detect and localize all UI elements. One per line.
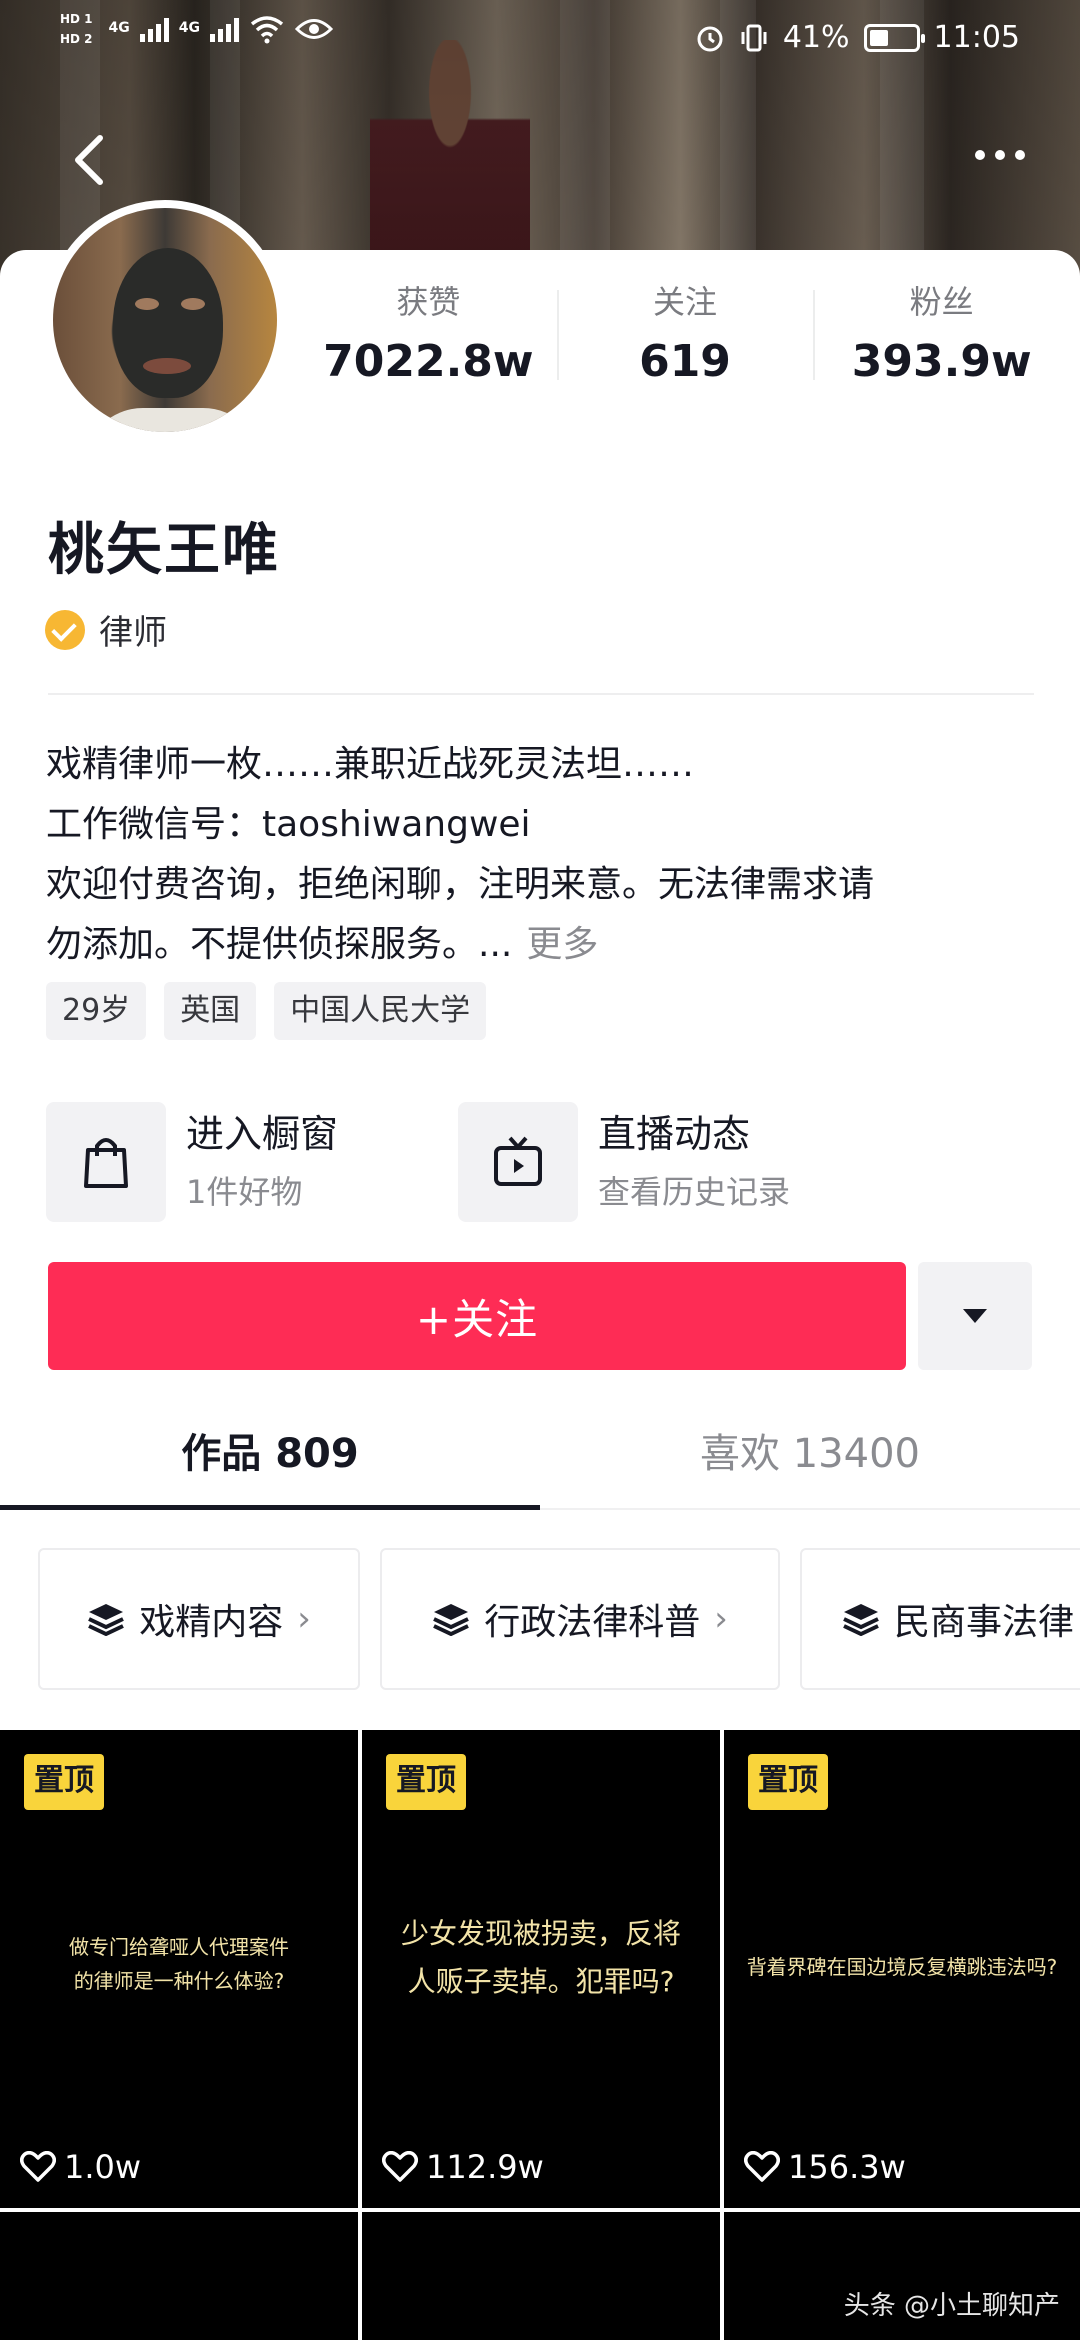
verified-label: 律师 [99,613,167,653]
dot [995,150,1005,160]
signal-icon [139,16,169,42]
battery-icon [863,23,925,52]
collection-list: 戏精内容 › 行政法律科普 › 民商事法律 [38,1548,1080,1690]
stat-following[interactable]: 关注 619 [556,280,814,390]
dot [975,150,985,160]
collection-label: 民商事法律 [894,1602,1075,1643]
status-bar: HD 1 HD 2 4G 4G 41% 11:05 [0,0,1080,80]
heart-icon [382,2151,418,2182]
chevron-right-icon: › [297,1599,311,1639]
video-thumbnail[interactable]: 置顶 做专门给聋哑人代理案件 的律师是一种什么体验? 1.0w [0,1730,358,2208]
video-thumbnail[interactable]: 置顶 背着界碑在国边境反复横跳违法吗? 156.3w [724,1730,1080,2208]
hd1-indicator: HD 1 [60,12,93,26]
stat-label: 关注 [653,283,718,321]
stat-label: 粉丝 [909,283,974,321]
vibrate-icon [741,24,767,51]
video-thumbnail[interactable] [362,2212,720,2340]
layers-icon [843,1604,879,1636]
heart-icon [744,2151,780,2182]
live-history-entry[interactable]: 直播动态 查看历史记录 [458,1102,790,1222]
bio-line: 欢迎付费咨询，拒绝闲聊，注明来意。无法律需求请 [46,864,875,905]
avatar[interactable] [45,200,285,440]
verified-badge: 律师 [45,605,167,654]
stat-label: 获赞 [396,283,461,321]
tag-location: 英国 [164,982,257,1040]
battery-percent: 41% [782,20,850,55]
service-subtitle: 1件好物 [186,1173,303,1211]
hd2-indicator: HD 2 [60,32,93,46]
profile-name: 桃矢王唯 [48,518,280,583]
video-caption: 少女发现被拐卖，反将 人贩子卖掉。犯罪吗? [400,1917,681,1998]
chevron-left-icon [75,135,103,185]
profile-tags: 29岁 英国 中国人民大学 [46,982,487,1040]
network-type-1: 4G [108,20,130,36]
layers-icon [88,1604,125,1636]
alarm-icon [697,26,723,51]
heart-icon [20,2151,56,2182]
chevron-right-icon: › [714,1599,728,1639]
bio-line: 戏精律师一枚……兼职近战死灵法坦…… [46,744,695,785]
collection-label: 戏精内容 [139,1602,284,1643]
collection-item[interactable]: 民商事法律 [800,1548,1080,1690]
tab-likes[interactable]: 喜欢 13400 [540,1398,1080,1508]
pinned-badge: 置顶 [386,1754,466,1810]
dot [1015,150,1025,160]
stat-value: 393.9w [851,336,1032,387]
video-caption: 背着界碑在国边境反复横跳违法吗? [746,1955,1058,1979]
more-options-button[interactable] [975,135,1035,175]
video-thumbnail[interactable]: 置顶 少女发现被拐卖，反将 人贩子卖掉。犯罪吗? 112.9w [362,1730,720,2208]
service-title: 直播动态 [598,1112,751,1156]
follow-button[interactable]: +关注 [48,1262,906,1370]
stat-value: 619 [639,336,731,387]
pinned-badge: 置顶 [748,1754,828,1810]
stat-likes[interactable]: 获赞 7022.8w [300,280,557,390]
clock: 11:05 [933,20,1020,55]
profile-services: 进入橱窗 1件好物 直播动态 查看历史记录 [46,1102,1036,1222]
tab-works[interactable]: 作品 809 [0,1398,540,1510]
video-caption: 做专门给聋哑人代理案件 的律师是一种什么体验? [69,1935,289,1993]
verified-check-icon [45,609,85,650]
video-likes: 156.3w [744,2148,906,2186]
service-subtitle: 查看历史记录 [598,1173,791,1211]
caret-down-icon [963,1309,987,1323]
divider [48,693,1034,695]
live-tv-icon [458,1102,578,1222]
profile-stats: 获赞 7022.8w 关注 619 粉丝 393.9w [300,280,1070,390]
profile-bio[interactable]: 戏精律师一枚……兼职近战死灵法坦…… 工作微信号：taoshiwangwei 欢… [46,735,1046,975]
tag-age: 29岁 [46,982,147,1040]
bio-line: 工作微信号：taoshiwangwei [46,804,531,845]
wifi-icon [250,16,284,44]
video-likes: 1.0w [20,2148,141,2186]
tag-school[interactable]: 中国人民大学 [274,982,487,1040]
stat-value: 7022.8w [323,336,534,387]
video-likes: 112.9w [382,2148,544,2186]
stat-followers[interactable]: 粉丝 393.9w [813,280,1070,390]
bio-line: 勿添加。不提供侦探服务。... [46,924,513,965]
shop-window-entry[interactable]: 进入橱窗 1件好物 [46,1102,338,1222]
signal-icon [210,16,239,42]
video-thumbnail[interactable] [0,2212,358,2340]
collection-label: 行政法律科普 [484,1602,701,1643]
layers-icon [433,1604,470,1636]
pinned-badge: 置顶 [24,1754,104,1810]
collection-item[interactable]: 行政法律科普 › [380,1548,780,1690]
service-title: 进入橱窗 [186,1112,339,1156]
avatar-face [113,248,223,398]
content-tabs: 作品 809 喜欢 13400 [0,1398,1080,1510]
eye-icon [295,19,333,39]
back-button[interactable] [70,130,110,190]
shopping-bag-icon [46,1102,166,1222]
watermark: 头条 @小土聊知产 [843,2291,1060,2321]
network-type-2: 4G [178,20,200,36]
collection-item[interactable]: 戏精内容 › [38,1548,360,1690]
bio-more-link[interactable]: 更多 [526,924,598,965]
recommend-dropdown-button[interactable] [918,1262,1032,1370]
